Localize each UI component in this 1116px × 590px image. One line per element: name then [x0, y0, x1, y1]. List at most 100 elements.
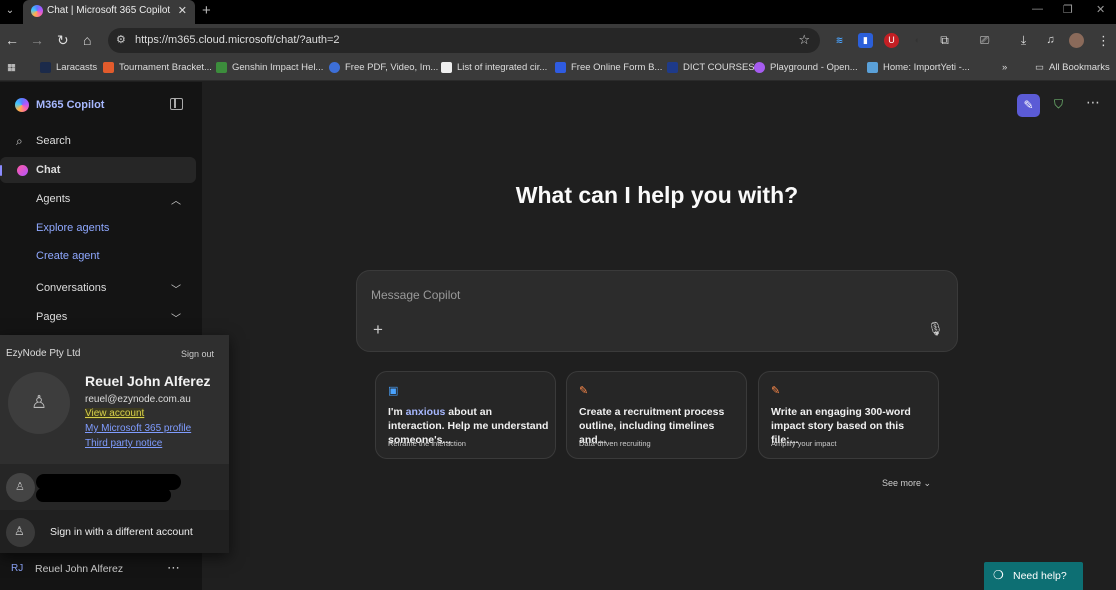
sidebar-item-conversations[interactable]: Conversations ﹀ [0, 275, 196, 301]
bookmark-form-builder[interactable]: Free Online Form B... [555, 62, 662, 73]
address-bar[interactable]: ⚙ https://m365.cloud.microsoft/chat/?aut… [108, 28, 820, 53]
user-row-name: Reuel John Alferez [35, 563, 124, 575]
person-icon: ♙ [15, 481, 25, 493]
extensions-puzzle-icon[interactable]: ⧉ [937, 33, 952, 48]
sidebar-item-explore-agents[interactable]: Explore agents [0, 215, 196, 241]
extension-wave-icon[interactable]: ≋ [832, 33, 847, 48]
sign-out-link[interactable]: Sign out [181, 349, 214, 359]
dict-icon [667, 62, 678, 73]
reload-icon[interactable]: ↻ [57, 32, 69, 48]
copilot-logo-icon [15, 98, 29, 112]
bookmark-importyeti[interactable]: Home: ImportYeti -... [867, 62, 970, 73]
cast-icon[interactable]: ⎚ [977, 33, 992, 48]
apps-grid-icon[interactable]: ▦ [7, 62, 16, 73]
microsoft-365-profile-link[interactable]: My Microsoft 365 profile [85, 423, 191, 434]
bookmark-tournament[interactable]: Tournament Bracket... [103, 62, 212, 73]
avatar: ♙ [8, 372, 70, 434]
bookmark-ic-list[interactable]: List of integrated cir... [441, 62, 547, 73]
profile-avatar[interactable] [1069, 33, 1084, 48]
navigation-bar: ← → ↻ ⌂ ⚙ https://m365.cloud.microsoft/c… [0, 24, 1116, 57]
sidebar-toggle-icon[interactable] [170, 98, 183, 110]
prompt-category: Amplify your impact [771, 439, 837, 448]
prompt-card-recruiting[interactable]: ✎ Create a recruitment process outline, … [566, 371, 747, 459]
playground-icon [754, 62, 765, 73]
media-icon[interactable]: ♫ [1043, 33, 1058, 48]
sidebar-item-chat[interactable]: Chat [0, 157, 196, 183]
microphone-icon[interactable]: 🎙 [927, 321, 944, 337]
prompt-text-pre: I'm [388, 406, 406, 418]
tab-title: Chat | Microsoft 365 Copilot [47, 5, 171, 16]
close-window-icon[interactable]: ✕ [1096, 3, 1105, 16]
prompt-category: Data-driven recruiting [579, 439, 651, 448]
third-party-notice-link[interactable]: Third party notice [85, 438, 162, 449]
laracasts-icon [40, 62, 51, 73]
view-account-link[interactable]: View account [85, 408, 145, 419]
bookmarks-bar: ▦ Laracasts Tournament Bracket... Genshi… [0, 57, 1116, 81]
folder-icon: ▭ [1035, 62, 1044, 73]
bitwarden-icon[interactable]: ▮ [858, 33, 873, 48]
copilot-favicon-icon [31, 5, 43, 17]
add-attachment-icon[interactable]: + [373, 320, 383, 340]
sidebar-item-label: Explore agents [36, 222, 110, 234]
prompt-card-impact[interactable]: ✎ Write an engaging 300-word impact stor… [758, 371, 939, 459]
bookmark-star-icon[interactable]: ☆ [798, 32, 810, 48]
forward-icon[interactable]: → [30, 32, 44, 48]
minimize-icon[interactable]: — [1032, 3, 1043, 15]
sidebar-item-create-agent[interactable]: Create agent [0, 243, 196, 269]
tab-search-icon[interactable]: ⌄ [2, 3, 18, 19]
bookmark-label: Home: ImportYeti -... [883, 62, 970, 73]
redacted-account-email [36, 488, 171, 502]
see-more-button[interactable]: See more ⌄ [882, 478, 931, 489]
sidebar-item-label: Search [36, 135, 71, 147]
need-help-button[interactable]: ❍ Need help? [984, 562, 1083, 590]
sidebar-item-label: Chat [36, 164, 61, 176]
more-options-icon[interactable]: ⋯ [167, 560, 180, 576]
bookmark-freepdf[interactable]: Free PDF, Video, Im... [329, 62, 438, 73]
tab-copilot[interactable]: Chat | Microsoft 365 Copilot ✕ [23, 0, 195, 24]
bookmark-laracasts[interactable]: Laracasts [40, 62, 97, 73]
sidebar-item-search[interactable]: ⌕ Search [0, 128, 196, 154]
freepdf-icon [329, 62, 340, 73]
sidebar-user-row[interactable]: RJ Reuel John Alferez ⋯ [0, 557, 202, 581]
browser-menu-icon[interactable]: ⋮ [1096, 33, 1111, 48]
site-info-icon[interactable]: ⚙ [116, 33, 130, 47]
user-initials: RJ [11, 563, 24, 574]
url-text[interactable]: https://m365.cloud.microsoft/chat/?auth=… [135, 34, 340, 46]
all-bookmarks[interactable]: ▭ All Bookmarks [1035, 62, 1110, 73]
form-builder-icon [555, 62, 566, 73]
account-email: reuel@ezynode.com.au [85, 394, 191, 405]
new-tab-icon[interactable]: + [202, 2, 211, 19]
sign-in-different-account[interactable]: ♙ Sign in with a different account [0, 510, 229, 553]
chevron-up-icon: ︿ [171, 196, 181, 207]
tournament-icon [103, 62, 114, 73]
bookmark-label: Genshin Impact Hel... [232, 62, 324, 73]
message-input[interactable] [371, 285, 931, 305]
genshin-icon [216, 62, 227, 73]
restore-icon[interactable]: ❐ [1063, 3, 1073, 16]
bookmarks-overflow-icon[interactable]: » [1002, 62, 1007, 73]
sidebar-item-label: Agents [36, 193, 71, 205]
ublock-icon[interactable]: U [884, 33, 899, 48]
brand-title: M365 Copilot [36, 99, 105, 111]
bookmark-genshin[interactable]: Genshin Impact Hel... [216, 62, 323, 73]
prompt-card-reframe[interactable]: ▣ I'm anxious about an interaction. Help… [375, 371, 556, 459]
tab-close-icon[interactable]: ✕ [178, 4, 187, 17]
more-menu-icon[interactable]: ⋯ [1086, 94, 1100, 111]
other-account[interactable]: ♙ [0, 464, 229, 510]
person-icon: ♙ [31, 392, 48, 412]
back-icon[interactable]: ← [5, 32, 19, 48]
dark-mode-icon[interactable]: ◐ [910, 33, 925, 48]
bookmark-dict[interactable]: DICT COURSES [667, 62, 755, 73]
home-icon[interactable]: ⌂ [83, 32, 91, 48]
bookmark-playground[interactable]: Playground - Open... [754, 62, 858, 73]
download-icon[interactable]: ⤓ [1016, 33, 1031, 48]
help-chat-icon: ❍ [993, 568, 1004, 582]
account-flyout: EzyNode Pty Ltd Sign out ♙ Reuel John Al… [0, 335, 229, 553]
new-chat-button[interactable]: ✎ [1017, 94, 1040, 117]
shield-check-icon[interactable]: ⛉ [1054, 97, 1063, 112]
sidebar-item-pages[interactable]: Pages ﹀ [0, 304, 196, 330]
message-composer: + 🎙 [356, 270, 958, 352]
account-current: EzyNode Pty Ltd Sign out ♙ Reuel John Al… [0, 335, 229, 464]
avatar: ♙ [6, 473, 35, 502]
sidebar-item-agents[interactable]: Agents ︿ [0, 186, 196, 212]
